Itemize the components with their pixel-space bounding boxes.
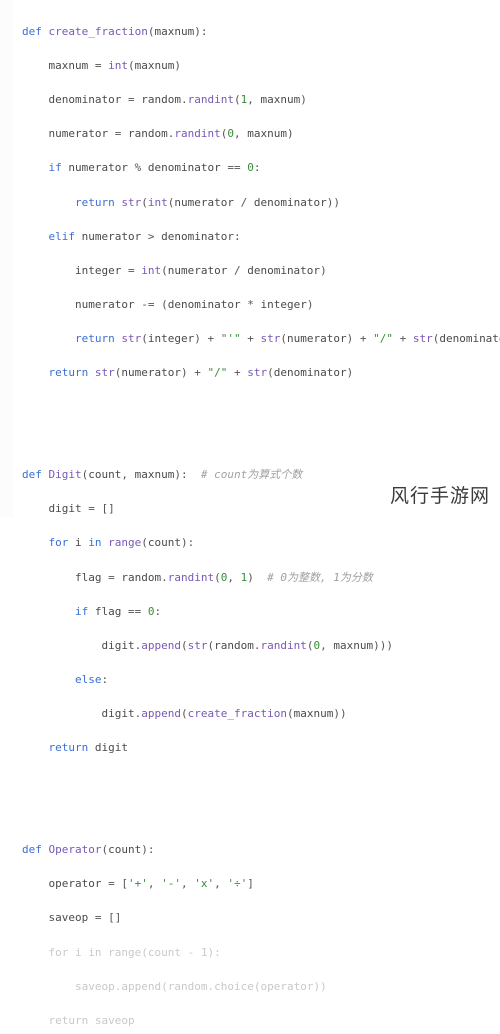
code-block: def create_fraction(maxnum): maxnum = in… — [0, 0, 500, 1034]
blank-line — [22, 807, 500, 824]
code-line: if flag == 0: — [22, 603, 500, 620]
code-line: else: — [22, 671, 500, 688]
code-line: saveop.append(random.choice(operator)) — [22, 978, 500, 995]
code-line: for i in range(count): — [22, 534, 500, 551]
code-line: for i in range(count - 1): — [22, 944, 500, 961]
code-line: elif numerator > denominator: — [22, 228, 500, 245]
code-line: numerator = random.randint(0, maxnum) — [22, 125, 500, 142]
code-line: return str(integer) + "'" + str(numerato… — [22, 330, 500, 347]
code-line: def Operator(count): — [22, 841, 500, 858]
blank-line — [22, 773, 500, 790]
watermark-text: 风行手游网 — [390, 482, 490, 511]
code-line: if numerator % denominator == 0: — [22, 159, 500, 176]
code-line: digit.append(str(random.randint(0, maxnu… — [22, 637, 500, 654]
code-line: digit.append(create_fraction(maxnum)) — [22, 705, 500, 722]
code-line: flag = random.randint(0, 1) # 0为整数, 1为分数 — [22, 569, 500, 586]
code-line: operator = ['+', '-', 'x', '÷'] — [22, 875, 500, 892]
code-line: return str(int(numerator / denominator)) — [22, 194, 500, 211]
blank-line — [22, 398, 500, 415]
code-line: return str(numerator) + "/" + str(denomi… — [22, 364, 500, 381]
code-line: maxnum = int(maxnum) — [22, 57, 500, 74]
code-line: return saveop — [22, 1012, 500, 1029]
code-line: def create_fraction(maxnum): — [22, 23, 500, 40]
code-line: numerator -= (denominator * integer) — [22, 296, 500, 313]
code-line: denominator = random.randint(1, maxnum) — [22, 91, 500, 108]
code-line: saveop = [] — [22, 909, 500, 926]
code-line: integer = int(numerator / denominator) — [22, 262, 500, 279]
code-line: return digit — [22, 739, 500, 756]
blank-line — [22, 432, 500, 449]
